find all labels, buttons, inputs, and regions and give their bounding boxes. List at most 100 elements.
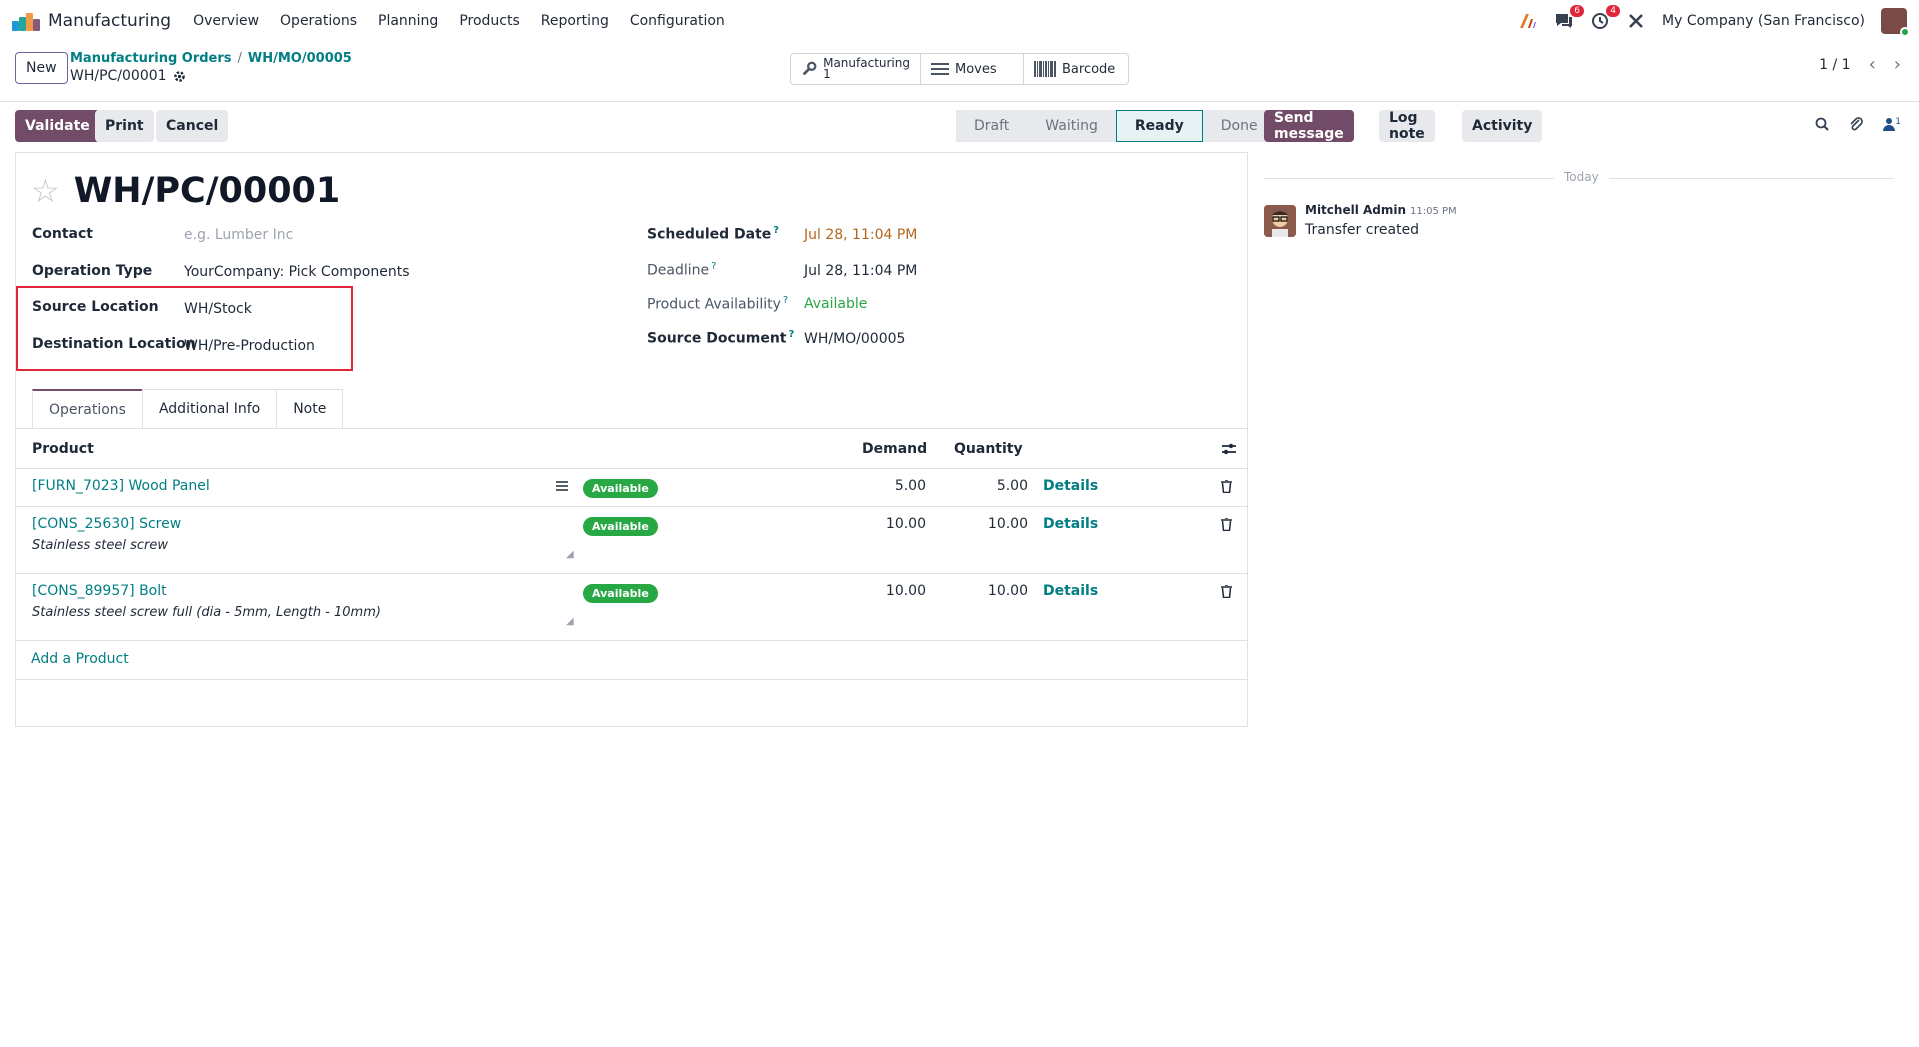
- row-product[interactable]: [CONS_89957] Bolt: [32, 583, 167, 599]
- table-row[interactable]: [CONS_25630] Screw Stainless steel screw…: [16, 507, 1247, 574]
- smart-buttons: Manufacturing 1 Moves Barcode: [790, 53, 1129, 85]
- pager-value[interactable]: 1 / 1: [1819, 57, 1850, 73]
- stage-draft[interactable]: Draft: [956, 110, 1028, 142]
- source-document-field[interactable]: WH/MO/00005: [804, 331, 905, 347]
- trash-icon[interactable]: [1221, 518, 1232, 531]
- moves-label: Moves: [955, 61, 997, 77]
- column-quantity[interactable]: Quantity: [954, 441, 1023, 457]
- source-document-label: Source Document?: [647, 329, 794, 347]
- menu-configuration[interactable]: Configuration: [630, 13, 725, 29]
- source-document-label-text: Source Document: [647, 330, 787, 347]
- table-row[interactable]: [CONS_89957] Bolt Stainless steel screw …: [16, 574, 1247, 641]
- help-icon[interactable]: ?: [773, 225, 779, 236]
- avatar[interactable]: [1264, 205, 1296, 237]
- row-quantity[interactable]: 5.00: [973, 478, 1028, 494]
- help-icon[interactable]: ?: [783, 295, 788, 306]
- manufacturing-app-icon[interactable]: [12, 11, 40, 31]
- stage-waiting[interactable]: Waiting: [1027, 110, 1116, 142]
- message-author: Mitchell Admin 11:05 PM: [1305, 203, 1457, 217]
- deadline-label-text: Deadline: [647, 262, 710, 279]
- trash-icon[interactable]: [1221, 480, 1232, 493]
- chevron-right-icon[interactable]: ›: [1894, 54, 1901, 75]
- form-sheet: ☆ WH/PC/00001 Contact e.g. Lumber Inc Op…: [15, 152, 1248, 727]
- details-button[interactable]: Details: [1043, 516, 1098, 532]
- deadline-field[interactable]: Jul 28, 11:04 PM: [804, 263, 917, 279]
- chevron-left-icon[interactable]: ‹: [1869, 54, 1876, 75]
- availability-label-text: Product Availability: [647, 296, 781, 313]
- tab-note[interactable]: Note: [276, 389, 344, 428]
- menu-planning[interactable]: Planning: [378, 13, 438, 29]
- resize-handle-icon[interactable]: ◢: [566, 616, 574, 627]
- row-product[interactable]: [FURN_7023] Wood Panel: [32, 478, 210, 494]
- menu-products[interactable]: Products: [459, 13, 519, 29]
- followers-button[interactable]: 1: [1883, 117, 1901, 131]
- destination-location-field[interactable]: WH/Pre-Production: [184, 338, 315, 354]
- trash-icon[interactable]: [1221, 585, 1232, 598]
- tab-additional-info[interactable]: Additional Info: [141, 389, 278, 428]
- contact-label: Contact: [32, 226, 93, 242]
- barcode-icon: [1034, 61, 1056, 77]
- manufacturing-label: Manufacturing: [823, 56, 910, 70]
- details-button[interactable]: Details: [1043, 583, 1098, 599]
- author-name[interactable]: Mitchell Admin: [1305, 203, 1406, 217]
- messages-icon[interactable]: 6: [1554, 5, 1585, 31]
- search-icon[interactable]: [1815, 117, 1829, 131]
- help-icon[interactable]: ?: [789, 329, 795, 340]
- source-location-field[interactable]: WH/Stock: [184, 301, 252, 317]
- add-product-link[interactable]: Add a Product: [31, 651, 129, 667]
- user-avatar[interactable]: [1881, 8, 1910, 37]
- tools-icon[interactable]: [1626, 11, 1646, 31]
- manufacturing-smart-button[interactable]: Manufacturing 1: [791, 54, 921, 84]
- moves-smart-button[interactable]: Moves: [921, 54, 1024, 84]
- menu-reporting[interactable]: Reporting: [541, 13, 609, 29]
- row-product[interactable]: [CONS_25630] Screw: [32, 516, 181, 532]
- message-time: 11:05 PM: [1410, 206, 1457, 217]
- hamburger-icon[interactable]: [556, 480, 568, 492]
- optional-columns-icon[interactable]: [1221, 442, 1237, 456]
- barcode-smart-button[interactable]: Barcode: [1024, 54, 1128, 84]
- print-button[interactable]: Print: [95, 110, 154, 142]
- app-name[interactable]: Manufacturing: [48, 11, 171, 31]
- paperclip-icon[interactable]: [1849, 116, 1864, 132]
- contact-field[interactable]: e.g. Lumber Inc: [184, 227, 293, 243]
- column-demand[interactable]: Demand: [862, 441, 927, 457]
- message-body: Transfer created: [1305, 222, 1420, 238]
- ai-assistant-icon[interactable]: [1518, 11, 1538, 31]
- company-switcher[interactable]: My Company (San Francisco): [1662, 13, 1865, 29]
- operation-type-label: Operation Type: [32, 263, 153, 279]
- activity-button[interactable]: Activity: [1462, 110, 1543, 142]
- validate-button[interactable]: Validate: [15, 110, 100, 142]
- stage-ready[interactable]: Ready: [1115, 110, 1203, 142]
- row-demand: 5.00: [894, 478, 926, 494]
- menu-overview[interactable]: Overview: [193, 13, 259, 29]
- scheduled-date-label: Scheduled Date?: [647, 225, 779, 243]
- star-icon[interactable]: ☆: [31, 175, 60, 207]
- record-name: WH/PC/00001: [70, 68, 167, 84]
- column-product[interactable]: Product: [32, 441, 94, 457]
- new-button[interactable]: New: [15, 52, 68, 84]
- table-row[interactable]: [FURN_7023] Wood Panel Available 5.00 5.…: [16, 469, 1247, 507]
- activities-clock-icon[interactable]: 4: [1590, 5, 1621, 31]
- row-description[interactable]: Stainless steel screw full (dia - 5mm, L…: [32, 605, 381, 620]
- operation-type-field[interactable]: YourCompany: Pick Components: [184, 264, 410, 280]
- menu-operations[interactable]: Operations: [280, 13, 357, 29]
- cancel-button[interactable]: Cancel: [156, 110, 229, 142]
- breadcrumb-mo[interactable]: WH/MO/00005: [248, 51, 352, 66]
- breadcrumb-manufacturing-orders[interactable]: Manufacturing Orders: [70, 51, 232, 66]
- scheduled-date-field[interactable]: Jul 28, 11:04 PM: [804, 227, 917, 243]
- resize-handle-icon[interactable]: ◢: [566, 549, 574, 560]
- details-button[interactable]: Details: [1043, 478, 1098, 494]
- row-quantity[interactable]: 10.00: [973, 583, 1028, 599]
- breadcrumb: Manufacturing Orders / WH/MO/00005: [70, 51, 352, 66]
- stage-pipeline: Draft Waiting Ready Done: [956, 110, 1276, 142]
- send-message-button[interactable]: Send message: [1264, 110, 1354, 142]
- breadcrumb-separator: /: [237, 51, 242, 66]
- log-note-button[interactable]: Log note: [1379, 110, 1435, 142]
- row-quantity[interactable]: 10.00: [973, 516, 1028, 532]
- page-title: WH/PC/00001: [73, 171, 341, 211]
- gear-icon[interactable]: [173, 70, 186, 83]
- row-demand: 10.00: [885, 516, 926, 532]
- row-description[interactable]: Stainless steel screw: [32, 538, 168, 553]
- help-icon[interactable]: ?: [711, 261, 716, 272]
- tab-operations[interactable]: Operations: [32, 389, 143, 428]
